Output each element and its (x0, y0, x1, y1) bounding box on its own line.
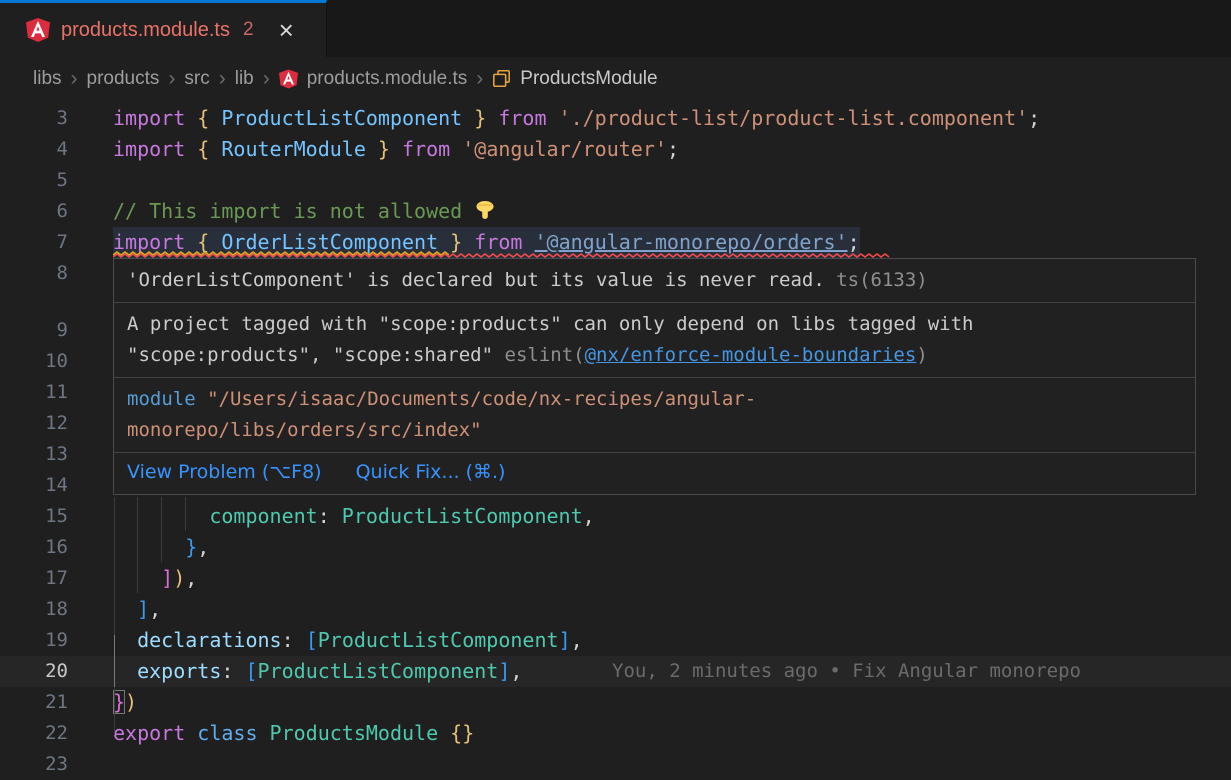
hover-actions: View Problem (⌥F8) Quick Fix... (⌘.) (114, 453, 1195, 494)
tab-title: products.module.ts (61, 19, 230, 42)
code-line[interactable]: 4 import { RouterModule } from '@angular/… (0, 134, 1231, 165)
hover-ts-diagnostic: 'OrderListComponent' is declared but its… (114, 259, 1195, 303)
code-line[interactable]: 3 import { ProductListComponent } from '.… (0, 103, 1231, 134)
breadcrumb-item-src[interactable]: src (184, 68, 209, 90)
line-number[interactable]: 20 (0, 656, 68, 687)
line-number[interactable]: 13 (0, 439, 68, 470)
code-text: exports: [ProductListComponent], (113, 656, 522, 687)
tab-products-module[interactable]: products.module.ts 2 × (0, 0, 327, 57)
code-text: ], (113, 594, 161, 625)
line-number[interactable]: 19 (0, 625, 68, 656)
line-number[interactable]: 14 (0, 470, 68, 501)
line-number[interactable]: 8 (0, 258, 68, 289)
breadcrumb-item-products[interactable]: products (87, 68, 160, 90)
chevron-right-icon: › (71, 67, 78, 91)
code-line[interactable]: 21}) (0, 687, 1231, 718)
code-line[interactable]: 16 }, (0, 532, 1231, 563)
chevron-right-icon: › (168, 67, 175, 91)
code-text: import { ProductListComponent } from './… (113, 103, 1040, 134)
hover-eslint-diagnostic: A project tagged with "scope:products" c… (114, 303, 1195, 378)
code-line[interactable]: 18 ], (0, 594, 1231, 625)
view-problem-button[interactable]: View Problem (⌥F8) (127, 457, 322, 488)
code-text: // This import is not allowed (113, 196, 496, 227)
eslint-message-line1: A project tagged with "scope:products" c… (127, 313, 973, 335)
symbol-class-icon (492, 69, 511, 88)
line-number[interactable]: 23 (0, 749, 68, 780)
code-text: ]), (113, 563, 197, 594)
hover-module-info: module "/Users/isaac/Documents/code/nx-r… (114, 378, 1195, 453)
breadcrumb-item-symbol[interactable]: ProductsModule (520, 68, 657, 90)
code-line[interactable]: 6 // This import is not allowed (0, 196, 1231, 227)
git-blame-annotation: You, 2 minutes ago • Fix Angular monorep… (612, 656, 1081, 687)
line-number[interactable]: 10 (0, 346, 68, 377)
code-text: export class ProductsModule {} (113, 718, 474, 749)
close-icon[interactable]: × (279, 17, 294, 43)
code-line[interactable]: 20 exports: [ProductListComponent], You, … (0, 656, 1231, 687)
eslint-message-line2: "scope:products", "scope:shared" (127, 344, 505, 366)
indent-guide (137, 497, 138, 593)
breadcrumb-item-file[interactable]: products.module.ts (307, 68, 468, 90)
breadcrumb: libs › products › src › lib › products.m… (0, 57, 1231, 100)
ts-diagnostic-message: 'OrderListComponent' is declared but its… (127, 269, 825, 291)
code-line[interactable]: 5 (0, 165, 1231, 196)
line-number[interactable]: 4 (0, 134, 68, 165)
breadcrumb-item-lib[interactable]: lib (235, 68, 254, 90)
line-number[interactable]: 3 (0, 103, 68, 134)
code-line[interactable]: 22 export class ProductsModule {} (0, 718, 1231, 749)
tab-problem-count: 2 (243, 19, 254, 41)
angular-icon (279, 69, 298, 89)
line-number[interactable]: 18 (0, 594, 68, 625)
line-number[interactable]: 12 (0, 408, 68, 439)
code-text: import { OrderListComponent } from '@ang… (113, 227, 860, 258)
line-number[interactable]: 11 (0, 377, 68, 408)
chevron-right-icon: › (476, 67, 483, 91)
breadcrumb-item-libs[interactable]: libs (33, 68, 62, 90)
line-number[interactable]: 5 (0, 165, 68, 196)
line-number[interactable]: 15 (0, 501, 68, 532)
code-line[interactable]: 23 (0, 749, 1231, 780)
code-line[interactable]: 17 ]), (0, 563, 1231, 594)
line-number[interactable]: 21 (0, 687, 68, 718)
code-text: import { RouterModule } from '@angular/r… (113, 134, 679, 165)
indent-guide (185, 497, 186, 531)
chevron-right-icon: › (263, 67, 270, 91)
active-scope-guide (114, 635, 115, 687)
quick-fix-button[interactable]: Quick Fix... (⌘.) (356, 457, 506, 488)
line-number[interactable]: 6 (0, 196, 68, 227)
pointing-down-emoji-icon (474, 200, 496, 222)
line-number[interactable]: 17 (0, 563, 68, 594)
angular-icon (26, 17, 50, 43)
line-number[interactable]: 7 (0, 227, 68, 258)
module-keyword: module (127, 388, 196, 410)
eslint-rule-link[interactable]: @nx/enforce-module-boundaries (585, 344, 917, 366)
tab-bar: products.module.ts 2 × (0, 0, 1231, 57)
code-line[interactable]: 19 declarations: [ProductListComponent], (0, 625, 1231, 656)
line-number[interactable]: 22 (0, 718, 68, 749)
line-number[interactable]: 16 (0, 532, 68, 563)
indent-guide (161, 497, 162, 562)
diagnostics-hover-popup: 'OrderListComponent' is declared but its… (113, 258, 1196, 495)
code-text: }) (113, 687, 137, 718)
line-number[interactable]: 9 (0, 315, 68, 346)
code-text: declarations: [ProductListComponent], (113, 625, 583, 656)
vscode-window: products.module.ts 2 × libs › products ›… (0, 0, 1231, 780)
indent-guide (114, 497, 115, 735)
chevron-right-icon: › (219, 67, 226, 91)
code-line[interactable]: 7 import { OrderListComponent } from '@an… (0, 227, 1231, 258)
